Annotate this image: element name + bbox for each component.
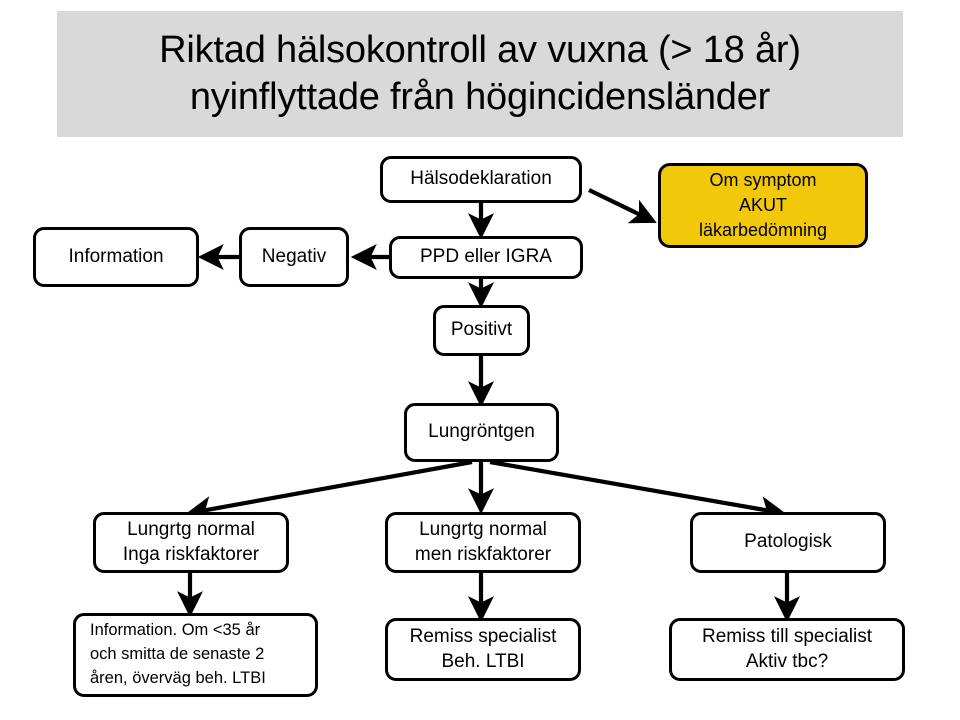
node-positivt-label: Positivt bbox=[450, 319, 513, 341]
node-information[interactable]: Information bbox=[33, 227, 199, 287]
node-remiss-till-specialist-line-2: Aktiv tbc? bbox=[745, 650, 829, 672]
edge-lungrontgen-to-patologisk bbox=[489, 459, 787, 523]
node-halsodeklaration[interactable]: Hälsodeklaration bbox=[380, 156, 582, 203]
node-positivt[interactable]: Positivt bbox=[433, 305, 530, 356]
node-remiss-till-specialist-line-1: Remiss till specialist bbox=[702, 625, 872, 647]
node-akut-line-2: AKUT bbox=[738, 195, 787, 216]
node-ppd-eller-igra[interactable]: PPD eller IGRA bbox=[389, 236, 583, 279]
node-lungrontgen-label: Lungröntgen bbox=[428, 421, 535, 443]
node-lungrtg-normal-inga-riskfaktorer[interactable]: Lungrtg normal Inga riskfaktorer bbox=[93, 512, 289, 573]
node-information-ltbi-line-2: och smitta de senaste 2 bbox=[90, 645, 265, 664]
node-negativ-label: Negativ bbox=[261, 245, 327, 267]
node-negativ[interactable]: Negativ bbox=[239, 227, 349, 287]
edge-halsodeklaration-to-akut bbox=[588, 188, 657, 224]
node-akut-line-1: Om symptom bbox=[709, 170, 817, 191]
node-lungrontgen[interactable]: Lungröntgen bbox=[404, 403, 559, 462]
node-ppd-eller-igra-label: PPD eller IGRA bbox=[420, 246, 552, 268]
node-lungrtg-normal-inga-line-1: Lungrtg normal bbox=[127, 518, 255, 540]
node-patologisk-label: Patologisk bbox=[744, 531, 832, 553]
edge-lungrontgen-to-normal-inga bbox=[185, 459, 473, 522]
node-remiss-specialist[interactable]: Remiss specialist Beh. LTBI bbox=[385, 618, 581, 681]
page-title-banner: Riktad hälsokontroll av vuxna (> 18 år) … bbox=[57, 11, 903, 137]
node-lungrtg-normal-men-riskfaktorer[interactable]: Lungrtg normal men riskfaktorer bbox=[385, 512, 581, 573]
node-information-ltbi-line-3: åren, överväg beh. LTBI bbox=[90, 668, 266, 687]
page-title-line-2: nyinflyttade från högincidensländer bbox=[189, 76, 771, 118]
node-remiss-specialist-line-1: Remiss specialist bbox=[409, 625, 557, 647]
page-title-line-1: Riktad hälsokontroll av vuxna (> 18 år) bbox=[159, 28, 801, 71]
node-information-label: Information bbox=[68, 245, 164, 267]
node-lungrtg-normal-inga-line-2: Inga riskfaktorer bbox=[122, 543, 260, 565]
node-akut-lakarbedomning[interactable]: Om symptom AKUT läkarbedömning bbox=[658, 163, 868, 248]
node-lungrtg-normal-men-line-2: men riskfaktorer bbox=[414, 543, 552, 565]
node-akut-line-3: läkarbedömning bbox=[698, 219, 828, 240]
flowchart-canvas: Riktad hälsokontroll av vuxna (> 18 år) … bbox=[0, 0, 960, 720]
node-patologisk[interactable]: Patologisk bbox=[690, 512, 886, 573]
node-remiss-till-specialist[interactable]: Remiss till specialist Aktiv tbc? bbox=[669, 618, 905, 681]
node-lungrtg-normal-men-line-1: Lungrtg normal bbox=[419, 518, 547, 540]
node-halsodeklaration-label: Hälsodeklaration bbox=[410, 168, 552, 190]
node-information-ltbi-line-1: Information. Om <35 år bbox=[90, 621, 261, 640]
node-remiss-specialist-line-2: Beh. LTBI bbox=[441, 650, 525, 672]
node-information-ltbi[interactable]: Information. Om <35 år och smitta de sen… bbox=[73, 613, 318, 697]
